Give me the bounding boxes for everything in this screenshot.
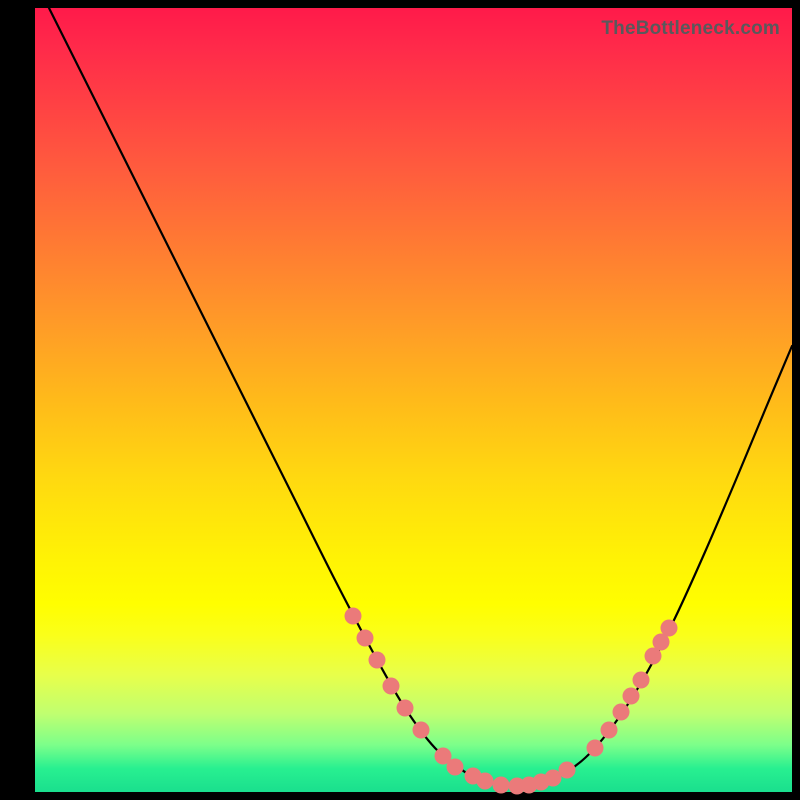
- plot-area: TheBottleneck.com: [35, 8, 792, 792]
- highlight-dot: [413, 722, 430, 739]
- highlight-dot: [357, 630, 374, 647]
- highlight-dot: [345, 608, 362, 625]
- highlight-dot: [397, 700, 414, 717]
- highlight-dot: [587, 740, 604, 757]
- curve-layer: [35, 8, 792, 792]
- chart-canvas: TheBottleneck.com: [0, 0, 800, 800]
- highlight-dot: [623, 688, 640, 705]
- highlight-dot: [447, 759, 464, 776]
- highlight-dot: [383, 678, 400, 695]
- highlight-dot: [477, 773, 494, 790]
- highlight-dot: [369, 652, 386, 669]
- highlight-dot: [493, 777, 510, 794]
- highlight-dot: [559, 762, 576, 779]
- highlight-dot: [613, 704, 630, 721]
- highlight-dot: [633, 672, 650, 689]
- highlight-dot: [661, 620, 678, 637]
- highlight-dots: [345, 608, 678, 795]
- highlight-dot: [601, 722, 618, 739]
- bottleneck-curve: [49, 8, 792, 786]
